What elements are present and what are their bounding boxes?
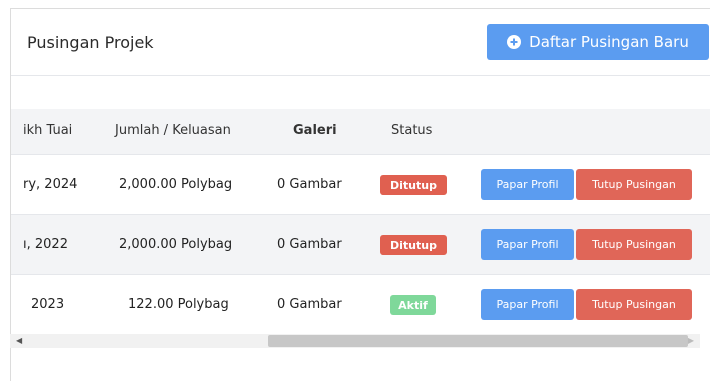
status-badge: Ditutup: [380, 175, 447, 195]
status-badge: Ditutup: [380, 235, 447, 255]
column-status: Status: [391, 123, 433, 138]
gallery-cell: 0 Gambar: [277, 177, 342, 192]
table-row: ı, 2022 2,000.00 Polybag 0 Gambar Ditutu…: [11, 214, 710, 274]
project-rounds-card: Pusingan Projek Daftar Pusingan Baru ikh…: [10, 8, 710, 381]
close-round-button[interactable]: Tutup Pusingan: [576, 229, 692, 260]
horizontal-scrollbar[interactable]: ◀ ▶: [10, 334, 700, 348]
amount-cell: 2,000.00 Polybag: [119, 237, 233, 252]
view-profile-button[interactable]: Papar Profil: [481, 289, 574, 320]
plus-circle-icon: [507, 35, 522, 49]
scroll-right-arrow-icon[interactable]: ▶: [688, 336, 694, 345]
page-title: Pusingan Projek: [27, 33, 154, 52]
amount-cell: 122.00 Polybag: [128, 297, 229, 312]
view-profile-button[interactable]: Papar Profil: [481, 229, 574, 260]
view-profile-button[interactable]: Papar Profil: [481, 169, 574, 200]
card-header: Pusingan Projek Daftar Pusingan Baru: [11, 9, 710, 76]
column-amount: Jumlah / Keluasan: [115, 123, 231, 138]
scrollbar-thumb[interactable]: [268, 335, 688, 347]
harvest-date-cell: ry, 2024: [23, 177, 78, 192]
close-round-button[interactable]: Tutup Pusingan: [576, 289, 692, 320]
gallery-cell: 0 Gambar: [277, 237, 342, 252]
gallery-cell: 0 Gambar: [277, 297, 342, 312]
add-round-button[interactable]: Daftar Pusingan Baru: [487, 24, 709, 60]
column-gallery: Galeri: [293, 123, 337, 138]
status-badge: Aktif: [390, 295, 436, 315]
column-harvest-date: ikh Tuai: [23, 123, 73, 138]
rounds-table: ikh Tuai Jumlah / Keluasan Galeri Status…: [11, 109, 710, 349]
harvest-date-cell: ı, 2022: [23, 237, 68, 252]
harvest-date-cell: 2023: [31, 297, 65, 312]
close-round-button[interactable]: Tutup Pusingan: [576, 169, 692, 200]
add-round-button-label: Daftar Pusingan Baru: [529, 33, 689, 51]
table-row: 2023 122.00 Polybag 0 Gambar Aktif Papar…: [11, 274, 710, 334]
scroll-left-arrow-icon[interactable]: ◀: [16, 336, 22, 345]
amount-cell: 2,000.00 Polybag: [119, 177, 233, 192]
table-row: ry, 2024 2,000.00 Polybag 0 Gambar Ditut…: [11, 154, 710, 214]
table-header: ikh Tuai Jumlah / Keluasan Galeri Status: [11, 109, 710, 154]
